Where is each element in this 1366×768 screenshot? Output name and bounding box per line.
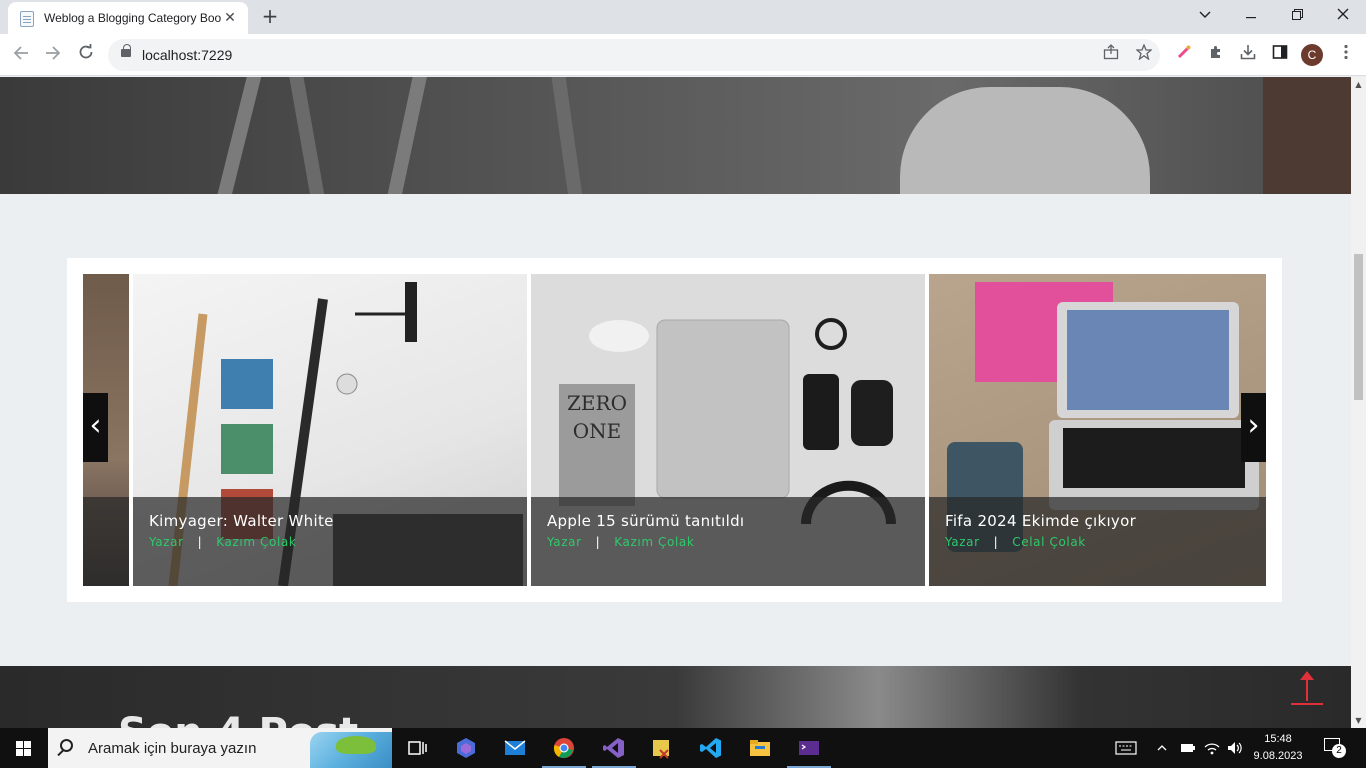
address-bar[interactable]: localhost:7229 — [108, 39, 1160, 71]
copilot-app-icon[interactable] — [442, 728, 490, 768]
notification-count: 2 — [1332, 744, 1346, 758]
scrollbar-thumb[interactable] — [1354, 254, 1363, 400]
section-banner: Son 4 Post — [0, 666, 1351, 728]
search-icon — [60, 739, 73, 752]
task-view-button[interactable] — [393, 728, 441, 768]
post-author[interactable]: Kazım Çolak — [614, 535, 694, 549]
tray-chevron-up-icon[interactable] — [1153, 728, 1171, 768]
address-url[interactable]: localhost:7229 — [142, 47, 232, 63]
terminal-app-icon[interactable] — [785, 728, 833, 768]
tab-search-chevron-icon[interactable] — [1182, 0, 1228, 30]
post-caption: Fifa 2024 Ekimde çıkıyor Yazar | Celal Çol… — [929, 497, 1266, 586]
clock-date: 9.08.2023 — [1253, 750, 1303, 762]
browser-toolbar: localhost:7229 C — [0, 34, 1366, 76]
browser-menu-icon[interactable] — [1334, 43, 1358, 67]
restore-button[interactable] — [1274, 0, 1320, 30]
reload-button[interactable] — [73, 42, 99, 68]
hero-banner-image — [0, 77, 1351, 194]
battery-icon[interactable] — [1178, 728, 1198, 768]
post-title[interactable]: Kimyager: Walter White — [149, 512, 334, 530]
post-card[interactable]: Kimyager: Walter White Yazar | Kazım Çolak — [133, 274, 527, 586]
visual-studio-app-icon[interactable] — [590, 728, 638, 768]
post-author-label: Yazar — [547, 535, 582, 549]
forward-arrow-icon — [46, 46, 61, 60]
vs-code-app-icon[interactable] — [687, 728, 735, 768]
file-explorer-app-icon[interactable] — [736, 728, 784, 768]
forward-button[interactable] — [40, 42, 66, 68]
meta-separator: | — [197, 535, 203, 549]
post-caption: Apple 15 sürümü tanıtıldı Yazar | Kazım Ço… — [531, 497, 925, 586]
volume-icon[interactable] — [1225, 728, 1245, 768]
carousel-track: Kimyager: Walter White Yazar | Kazım Çolak… — [83, 274, 1266, 586]
wifi-icon[interactable] — [1202, 728, 1222, 768]
close-window-button[interactable] — [1320, 0, 1366, 30]
windows-logo-icon — [16, 741, 23, 748]
svg-text:ONE: ONE — [573, 419, 622, 443]
system-clock[interactable]: 15:48 9.08.2023 — [1250, 731, 1306, 765]
windows-taskbar: Aramak için buraya yazın 15:48 9.08.2023… — [0, 728, 1366, 768]
chevron-right-icon: › — [1247, 408, 1260, 443]
clock-time: 15:48 — [1264, 733, 1292, 745]
lock-icon[interactable] — [121, 44, 131, 57]
chrome-app-icon[interactable] — [540, 728, 588, 768]
browser-tab[interactable]: Weblog a Blogging Category Boo ✕ — [8, 2, 248, 34]
post-author[interactable]: Celal Çolak — [1012, 535, 1086, 549]
post-author-label: Yazar — [945, 535, 980, 549]
notification-center-button[interactable]: 2 — [1322, 736, 1346, 760]
post-card[interactable]: ZERO ONE Apple 15 sürümü tanıtıldı Yazar… — [531, 274, 925, 586]
downloads-icon[interactable] — [1236, 43, 1260, 67]
section-heading: Son 4 Post — [118, 710, 358, 728]
page-viewport: Kimyager: Walter White Yazar | Kazım Çolak… — [0, 77, 1351, 728]
page-favicon-icon — [20, 11, 34, 27]
page-scrollbar[interactable]: ▲ ▼ — [1351, 77, 1366, 728]
minimize-button[interactable] — [1228, 0, 1274, 30]
share-icon[interactable] — [1100, 44, 1122, 66]
sql-tools-app-icon[interactable] — [638, 728, 686, 768]
color-picker-extension-icon[interactable] — [1172, 43, 1196, 67]
bookmark-star-icon[interactable] — [1133, 43, 1155, 66]
meta-separator: | — [993, 535, 999, 549]
tab-title: Weblog a Blogging Category Boo — [44, 11, 222, 25]
scroll-to-top-button[interactable] — [1291, 671, 1323, 705]
post-title[interactable]: Apple 15 sürümü tanıtıldı — [547, 512, 744, 530]
start-button[interactable] — [0, 728, 48, 768]
post-title[interactable]: Fifa 2024 Ekimde çıkıyor — [945, 512, 1136, 530]
post-author[interactable]: Kazım Çolak — [216, 535, 296, 549]
scroll-up-icon[interactable]: ▲ — [1351, 77, 1366, 92]
post-meta: Yazar | Celal Çolak — [945, 535, 1086, 549]
back-arrow-icon — [13, 46, 28, 60]
search-highlight-image — [310, 732, 392, 768]
tab-strip: Weblog a Blogging Category Boo ✕ + — [0, 0, 1366, 34]
extensions-puzzle-icon[interactable] — [1204, 43, 1228, 67]
new-tab-button[interactable]: + — [258, 4, 282, 28]
reload-icon — [79, 44, 93, 59]
keyboard-layout-icon[interactable] — [1112, 728, 1140, 768]
mail-app-icon[interactable] — [491, 728, 539, 768]
search-placeholder[interactable]: Aramak için buraya yazın — [88, 740, 256, 757]
post-card[interactable]: Fifa 2024 Ekimde çıkıyor Yazar | Celal Çol… — [929, 274, 1266, 586]
back-button[interactable] — [8, 42, 34, 68]
profile-avatar[interactable]: C — [1301, 44, 1323, 66]
tab-close-icon[interactable]: ✕ — [220, 8, 240, 28]
post-author-label: Yazar — [149, 535, 184, 549]
carousel-prev-button[interactable]: ‹ — [83, 393, 108, 462]
svg-text:ZERO: ZERO — [567, 391, 627, 415]
taskbar-search-box[interactable]: Aramak için buraya yazın — [48, 728, 392, 768]
carousel-next-button[interactable]: › — [1241, 393, 1266, 462]
post-meta: Yazar | Kazım Çolak — [547, 535, 694, 549]
post-carousel: Kimyager: Walter White Yazar | Kazım Çolak… — [67, 258, 1282, 602]
post-caption: Kimyager: Walter White Yazar | Kazım Çolak — [133, 497, 527, 586]
meta-separator: | — [595, 535, 601, 549]
chevron-left-icon: ‹ — [89, 408, 102, 443]
side-panel-icon[interactable] — [1268, 43, 1292, 67]
scroll-down-icon[interactable]: ▼ — [1351, 713, 1366, 728]
post-meta: Yazar | Kazım Çolak — [149, 535, 296, 549]
